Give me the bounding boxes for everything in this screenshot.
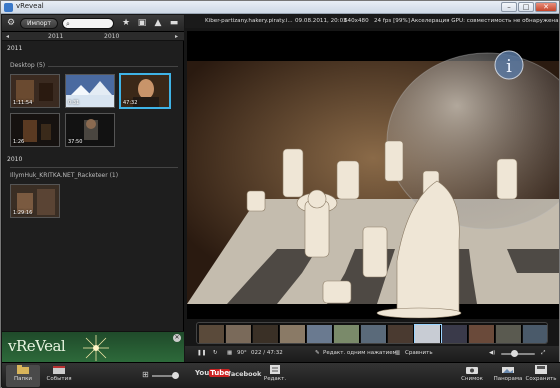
video-info-bar: Kiber-partizany.hakery.piraty.i... 09.08… (185, 15, 559, 28)
camera-icon[interactable]: ▣ (136, 18, 148, 29)
video-fps: 24 fps [99%] (374, 18, 410, 24)
video-resolution: 640x480 (344, 18, 369, 24)
video-thumbnail-selected[interactable]: 47:32 (120, 74, 170, 108)
timeline-prev-icon[interactable]: ◂ (6, 33, 9, 40)
zoom-icon: ⊞ (142, 370, 149, 379)
youtube-upload-button[interactable]: YouTube (195, 369, 230, 377)
folders-tab[interactable]: Папки (6, 365, 40, 387)
library-toolbar: ⚙ Импорт ⌕ ★ ▣ ▲ ▬ (2, 15, 184, 32)
filmstrip[interactable] (196, 322, 548, 344)
search-field[interactable]: ⌕ (62, 18, 114, 29)
film-icon[interactable]: ▬ (168, 18, 180, 29)
timeline-bar: ◂ 2011 2010 ▸ (2, 32, 184, 41)
search-icon: ⌕ (66, 20, 70, 28)
settings-icon[interactable]: ⚙ (5, 18, 17, 29)
filmstrip-frame[interactable] (469, 325, 495, 343)
filmstrip-frame[interactable] (226, 325, 252, 343)
app-icon (4, 3, 13, 12)
facebook-upload-button[interactable]: facebook (228, 370, 261, 378)
save-button[interactable]: Сохранить (524, 365, 558, 387)
calendar-icon (53, 366, 65, 374)
volume-icon[interactable]: ◀) (489, 350, 495, 356)
filmstrip-frame[interactable] (442, 325, 468, 343)
close-banner-icon[interactable]: ✕ (173, 334, 181, 342)
magic-wand-icon[interactable]: ✎ (315, 350, 320, 356)
playback-controls: ❚❚ ↻ ▦ 90° 022 / 47:32 ✎ Редакт. одним н… (185, 346, 559, 362)
zoom-slider[interactable] (152, 375, 174, 377)
compare-icon[interactable]: ▥ (395, 350, 400, 356)
title-bar: vReveal – □ ✕ (1, 1, 559, 14)
edit-button[interactable]: Редакт. (260, 365, 290, 387)
rotate-button[interactable]: 90° (237, 350, 247, 356)
panorama-button[interactable]: Панорама (491, 365, 525, 387)
logo-burst-icon (83, 335, 109, 361)
filmstrip-frame[interactable] (253, 325, 279, 343)
window-title: vReveal (16, 2, 44, 10)
volume-slider[interactable] (501, 353, 535, 355)
save-icon (535, 365, 547, 374)
year-header-2011: 2011 (7, 45, 23, 52)
video-thumbnail[interactable]: 37:50 (65, 113, 115, 147)
import-button[interactable]: Импорт (20, 18, 58, 29)
year-header-2010: 2010 (7, 156, 23, 163)
video-preview[interactable]: i (187, 31, 559, 319)
panorama-icon (502, 367, 514, 373)
snapshot-button[interactable]: Снимок (457, 365, 487, 387)
volume-slider-handle[interactable] (511, 350, 518, 357)
bottom-toolbar: Папки События ⊞ YouTube facebook Редакт.… (2, 362, 560, 388)
vreveal-logo-banner: vReVeal ✕ (2, 331, 184, 362)
video-filename: Kiber-partizany.hakery.piraty.i... (205, 18, 293, 24)
pause-icon[interactable]: ❚❚ (197, 350, 206, 356)
filmstrip-frame[interactable] (280, 325, 306, 343)
playback-time: 022 / 47:32 (251, 350, 283, 356)
edit-icon (270, 365, 280, 374)
filmstrip-frame[interactable] (523, 325, 547, 343)
search-input[interactable] (74, 20, 112, 28)
minimize-button[interactable]: – (501, 2, 517, 12)
replay-icon[interactable]: ↻ (213, 350, 218, 356)
timeline-next-icon[interactable]: ▸ (175, 33, 178, 40)
close-button[interactable]: ✕ (535, 2, 557, 12)
app-window: vReveal – □ ✕ ⚙ Импорт ⌕ ★ ▣ ▲ ▬ ◂ 2011 … (0, 0, 560, 388)
fullscreen-icon[interactable]: ⤢ (541, 350, 545, 357)
filmstrip-frame[interactable] (388, 325, 414, 343)
folder-label-racketeer[interactable]: IllymHuk_KRITKA.NET_Racketeer (1) (10, 172, 118, 179)
film-icon[interactable]: ▦ (227, 350, 232, 356)
compare-button[interactable]: Сравнить (405, 350, 433, 356)
filmstrip-frame[interactable] (496, 325, 522, 343)
star-icon[interactable]: ★ (120, 18, 132, 29)
video-date: 09.08.2011, 20:03 (295, 18, 347, 24)
filmstrip-frame-current[interactable] (414, 324, 442, 343)
maximize-button[interactable]: □ (518, 2, 534, 12)
filmstrip-frame[interactable] (334, 325, 360, 343)
timeline-year-2011[interactable]: 2011 (48, 33, 63, 40)
one-click-edit-button[interactable]: Редакт. одним нажатием (323, 350, 397, 356)
camera-icon (466, 367, 478, 374)
filmstrip-frame[interactable] (361, 325, 387, 343)
folder-label-desktop[interactable]: Desktop (5) (10, 62, 45, 69)
vreveal-logo: vReVeal (8, 337, 66, 355)
library-panel: ⚙ Импорт ⌕ ★ ▣ ▲ ▬ ◂ 2011 2010 ▸ 2011 De… (2, 15, 184, 362)
folder-icon (17, 365, 29, 374)
video-thumbnail[interactable]: 0:31 (65, 74, 115, 108)
events-tab[interactable]: События (42, 365, 76, 387)
timeline-year-2010[interactable]: 2010 (104, 33, 119, 40)
landscape-icon[interactable]: ▲ (152, 18, 164, 29)
svg-text:i: i (506, 56, 512, 77)
zoom-slider-handle[interactable] (172, 372, 179, 379)
filmstrip-frame[interactable] (307, 325, 333, 343)
gpu-status: Акселерация GPU: совместимость не обнару… (411, 18, 559, 24)
video-thumbnail[interactable]: 1:26 (10, 113, 60, 147)
video-thumbnail[interactable]: 1:11:54 (10, 74, 60, 108)
filmstrip-frame[interactable] (199, 325, 225, 343)
video-thumbnail[interactable]: 1:29:16 (10, 184, 60, 218)
